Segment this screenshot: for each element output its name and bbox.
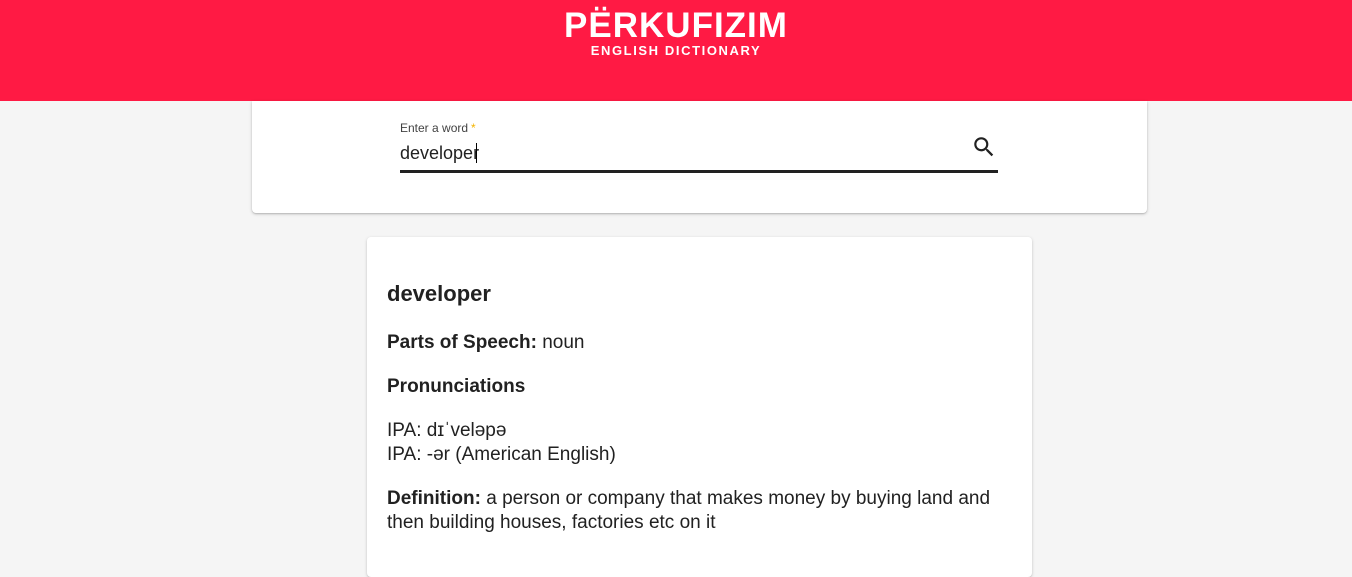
ipa-value: dɪˈveləpə (426, 420, 507, 441)
search-icon (974, 137, 994, 157)
word-field-underline (400, 170, 998, 173)
definition-row: Definition: a person or company that mak… (387, 487, 1017, 535)
pronunciation-item: IPA: dɪˈveləpə (387, 419, 506, 443)
parts-of-speech-row: Parts of Speech: noun (387, 331, 585, 355)
app-title: PËRKUFIZIM (564, 6, 788, 45)
text-caret (476, 143, 477, 163)
word-field[interactable]: Enter a word * (400, 121, 998, 173)
pronunciation-item: IPA: -ər (American English) (387, 443, 616, 467)
definition-label: Definition: (387, 488, 481, 509)
word-input[interactable] (400, 141, 960, 165)
ipa-value: -ər (American English) (426, 444, 616, 465)
parts-of-speech-value: noun (542, 332, 585, 353)
ipa-label: IPA: (387, 420, 422, 441)
word-field-label-text: Enter a word (400, 121, 469, 135)
result-card: developer Parts of Speech: noun Pronunci… (367, 237, 1032, 577)
required-marker: * (471, 121, 476, 135)
search-button[interactable] (971, 134, 997, 160)
parts-of-speech-label: Parts of Speech: (387, 332, 537, 353)
app-subtitle: ENGLISH DICTIONARY (590, 43, 762, 58)
search-card: Enter a word * (252, 101, 1147, 213)
result-word: developer (387, 281, 491, 306)
word-field-label: Enter a word * (400, 121, 476, 135)
app-header: PËRKUFIZIM ENGLISH DICTIONARY (0, 0, 1352, 101)
ipa-label: IPA: (387, 444, 422, 465)
pronunciations-heading: Pronunciations (387, 376, 526, 397)
